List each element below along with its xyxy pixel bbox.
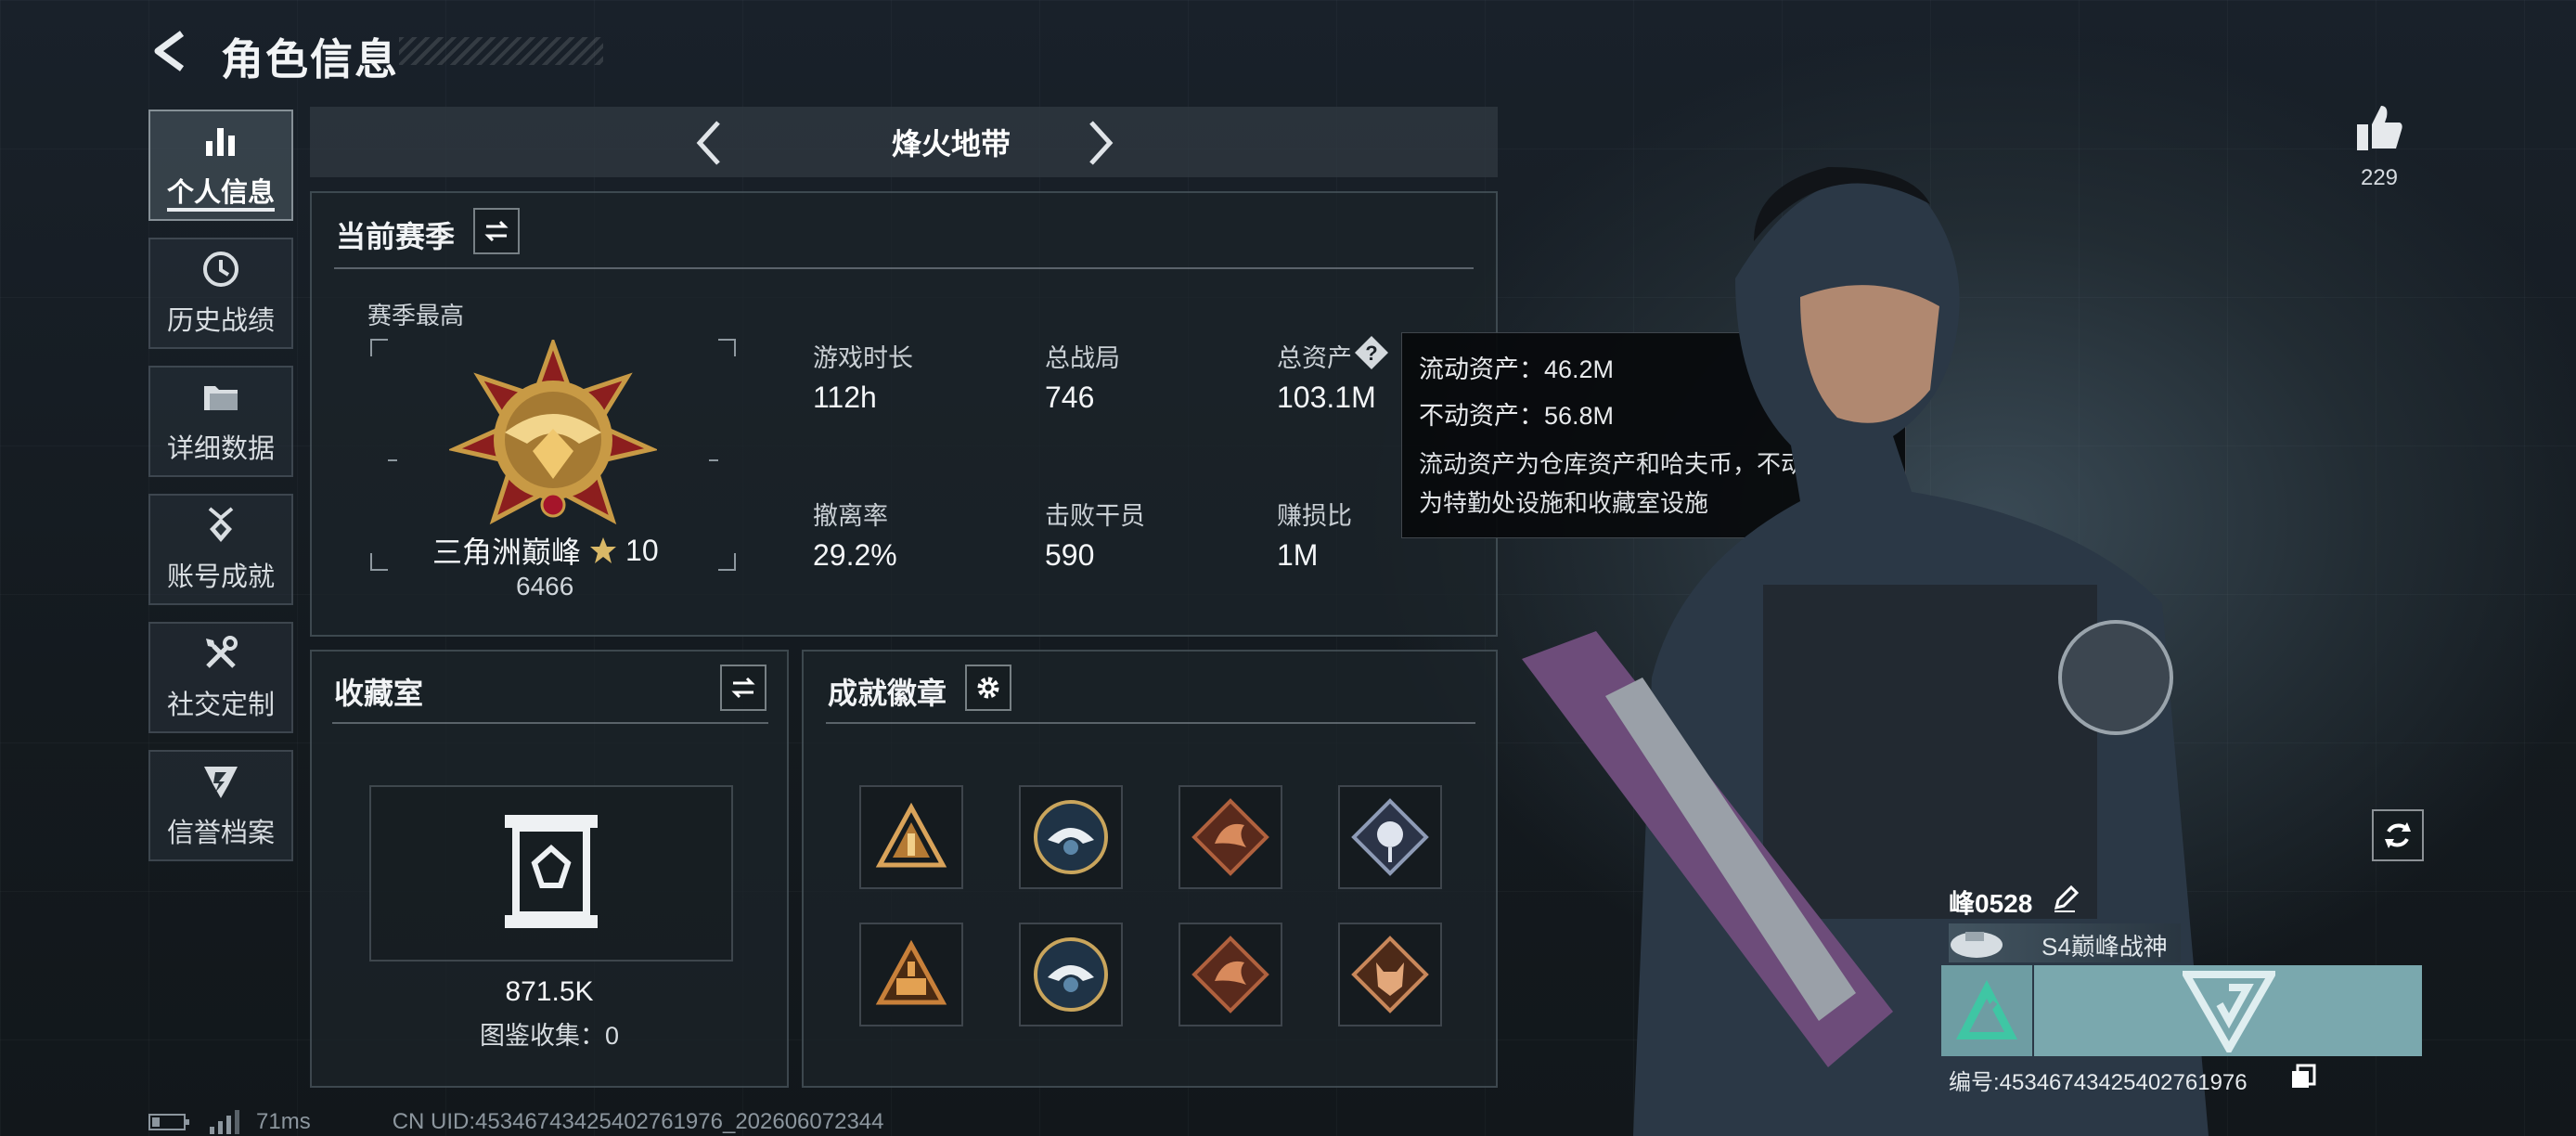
shield-icon xyxy=(204,767,238,798)
stat-value: 112h xyxy=(813,381,877,414)
rank-emblem-icon xyxy=(449,340,657,525)
stat-label: 撤离率 xyxy=(813,502,888,530)
triangle-badge-icon xyxy=(875,802,947,868)
stat-value: 29.2% xyxy=(813,538,897,572)
sidebar-item-label: 账号成就 xyxy=(166,562,275,592)
rose-badge-icon xyxy=(1351,798,1429,876)
svg-text:?: ? xyxy=(1365,342,1377,365)
stat-value: 746 xyxy=(1045,381,1095,414)
player-uid: 编号:45346743425402761976 xyxy=(1949,1070,2248,1095)
stat-value: 590 xyxy=(1045,538,1095,572)
divider xyxy=(332,722,768,724)
achievement-title: 成就徽章 xyxy=(828,677,947,710)
copy-icon[interactable] xyxy=(2290,1064,2316,1090)
stat-label: 总战局 xyxy=(1045,344,1120,372)
divider xyxy=(334,267,1474,269)
stat-label: 赚损比 xyxy=(1277,502,1352,530)
gear-icon xyxy=(977,677,999,699)
sidebar-item-label: 个人信息 xyxy=(166,178,275,208)
back-arrow-icon[interactable] xyxy=(148,28,195,74)
player-title: S4巅峰战神 xyxy=(2041,933,2168,961)
collection-preview[interactable] xyxy=(369,785,733,962)
swap-icon xyxy=(731,677,755,699)
stat-label: 总资产 xyxy=(1277,344,1352,372)
sidebar-item-detailed-data[interactable]: 详细数据 xyxy=(148,366,293,477)
collection-title: 收藏室 xyxy=(334,677,424,710)
clock-icon xyxy=(203,252,238,287)
achievement-badge[interactable] xyxy=(1019,923,1123,1026)
achievement-settings-button[interactable] xyxy=(965,665,1011,711)
cn-uid-text: CN UID:45346743425402761976_202606072344 xyxy=(392,1109,884,1134)
thumbs-up-icon[interactable] xyxy=(2353,102,2405,154)
vehicle-icon xyxy=(1951,932,2003,958)
achievement-badge[interactable] xyxy=(859,923,963,1026)
like-count: 229 xyxy=(2360,165,2399,190)
chevron-right-icon[interactable] xyxy=(1076,115,1123,171)
rank-level: 10 xyxy=(625,533,659,567)
eagle-badge-icon xyxy=(1034,800,1108,874)
stat-value: 103.1M xyxy=(1277,381,1376,414)
folder-icon xyxy=(204,386,238,410)
achievement-badge[interactable] xyxy=(859,785,963,889)
season-switch-button[interactable] xyxy=(473,208,520,254)
collection-switch-button[interactable] xyxy=(720,665,766,711)
rank-score: 6466 xyxy=(516,572,574,600)
signal-icon xyxy=(210,1110,239,1134)
collection-count: 图鉴收集：0 xyxy=(479,1022,620,1050)
refresh-icon xyxy=(2385,822,2411,848)
collection-panel: 收藏室 871.5K 图鉴收集：0 xyxy=(310,650,789,1088)
squad-banner[interactable] xyxy=(2034,965,2422,1056)
sidebar-item-achievements[interactable]: 账号成就 xyxy=(148,494,293,605)
medal-icon xyxy=(208,507,234,542)
sidebar-item-label: 详细数据 xyxy=(166,434,275,464)
ping-text: 71ms xyxy=(256,1109,311,1134)
delta-logo-icon xyxy=(2183,971,2275,1052)
season-panel: 当前赛季 赛季最高 三角洲巅峰 10 6466 游戏时长 112h 总战局 74… xyxy=(310,191,1498,637)
star-icon xyxy=(590,537,617,563)
stat-label: 击败干员 xyxy=(1045,502,1145,530)
display-case-icon xyxy=(505,815,598,928)
dragon-badge-icon xyxy=(1191,798,1269,876)
divider xyxy=(826,722,1475,724)
refresh-button[interactable] xyxy=(2372,809,2424,861)
rank-title: 三角洲巅峰 10 xyxy=(432,529,659,572)
sidebar-item-label: 社交定制 xyxy=(166,691,275,720)
wolf-badge-icon xyxy=(1351,936,1429,1013)
achievement-badge[interactable] xyxy=(1338,785,1442,889)
achievement-panel: 成就徽章 xyxy=(802,650,1498,1088)
sidebar-item-history[interactable]: 历史战绩 xyxy=(148,238,293,349)
sidebar-item-label: 历史战绩 xyxy=(166,306,275,336)
sidebar-item-label: 信誉档案 xyxy=(166,819,275,848)
squad-emblem[interactable] xyxy=(1941,965,2032,1056)
achievement-badge[interactable] xyxy=(1179,923,1282,1026)
achievement-badge[interactable] xyxy=(1179,785,1282,889)
season-best-label: 赛季最高 xyxy=(367,302,465,329)
page-title: 角色信息 xyxy=(221,35,399,84)
sidebar-item-social-custom[interactable]: 社交定制 xyxy=(148,622,293,733)
help-button[interactable]: ? xyxy=(1353,334,1390,371)
sidebar-item-credit-record[interactable]: 信誉档案 xyxy=(148,750,293,861)
triangle-emblem-icon xyxy=(1956,980,2017,1039)
rank-name: 三角洲巅峰 xyxy=(432,536,582,569)
eagle-badge-icon xyxy=(1034,937,1108,1012)
status-bar: 71ms CN UID:45346743425402761976_2026060… xyxy=(148,1108,884,1136)
achievement-badge[interactable] xyxy=(1019,785,1123,889)
triangle-badge-icon xyxy=(875,939,947,1005)
dragon-badge-icon xyxy=(1191,936,1269,1013)
edit-icon[interactable] xyxy=(2051,885,2079,913)
player-name: 峰0528 xyxy=(1949,889,2033,918)
battery-icon xyxy=(148,1114,189,1130)
stat-label: 游戏时长 xyxy=(813,344,913,372)
title-decoration xyxy=(399,37,603,65)
achievement-badge[interactable] xyxy=(1338,923,1442,1026)
stat-value: 1M xyxy=(1277,538,1319,572)
collection-value: 871.5K xyxy=(505,976,594,1007)
swap-icon xyxy=(484,220,509,242)
season-panel-title: 当前赛季 xyxy=(336,220,456,253)
tools-icon xyxy=(206,636,238,668)
help-icon: ? xyxy=(1355,336,1388,369)
